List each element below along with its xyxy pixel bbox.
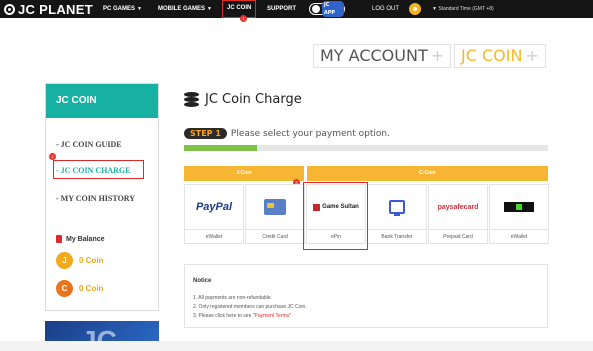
notice-title: Notice	[193, 278, 212, 284]
planet-icon	[4, 3, 15, 15]
step-indicator: STEP 1 Please select your payment option…	[184, 128, 390, 139]
notice-line-3-text: 3. Please click here to see "	[193, 313, 255, 319]
notice-panel: Notice 1. All payments are non-refundabl…	[184, 264, 548, 328]
my-account-tab[interactable]: MY ACCOUNT +	[313, 44, 452, 68]
payment-option-caption: Prepaid Card	[429, 229, 487, 243]
sidebar-item-coin-charge[interactable]: - JC COIN CHARGE	[56, 166, 130, 175]
timezone-label: Standard Time (GMT +8)	[438, 6, 494, 12]
app-icon	[312, 5, 320, 13]
progress-bar	[184, 145, 548, 151]
sidebar-item-coin-history[interactable]: - MY COIN HISTORY	[56, 194, 135, 203]
plus-icon: +	[430, 46, 445, 65]
chevron-down-icon: ▼	[207, 6, 212, 12]
paysafecard-logo: paysafecard	[429, 185, 487, 229]
progress-fill	[184, 145, 257, 151]
logout-link[interactable]: LOG OUT	[372, 0, 399, 18]
step-badge: STEP 1	[184, 128, 227, 139]
payment-option-caption: Credit Card	[246, 229, 304, 243]
notice-line-3: 3. Please click here to see "Payment Ter…	[193, 313, 291, 319]
logo-text: JC PLANET	[18, 1, 93, 17]
logout-label: LOG OUT	[372, 6, 400, 12]
credit-card-icon	[246, 185, 304, 229]
payment-option-prepaid-card[interactable]: paysafecard Prepaid Card	[428, 184, 488, 244]
jc-app-button[interactable]: JC APP	[309, 1, 345, 17]
plus-icon: +	[525, 46, 539, 65]
balance-label: My Balance	[66, 235, 105, 243]
top-nav-bar: JC PLANET PC GAMES ▼ MOBILE GAMES ▼ JC COI…	[0, 0, 593, 22]
nav-support-label: SUPPORT	[267, 6, 297, 12]
chevron-down-icon: ▼	[137, 6, 142, 12]
paysafecard-text: paysafecard	[437, 203, 479, 211]
my-account-label: MY ACCOUNT	[320, 46, 428, 65]
razer-icon	[504, 202, 534, 212]
balance-heading: My Balance	[56, 235, 105, 243]
nav-jc-coin[interactable]: JC COIN	[222, 0, 257, 18]
nav-mobile-games[interactable]: MOBILE GAMES ▼	[158, 0, 212, 18]
notice-line-1: 1. All payments are non-refundable.	[193, 295, 272, 301]
j-coin-value: 0 Coin	[79, 256, 104, 265]
nav-pc-games-label: PC GAMES	[103, 6, 136, 12]
bottom-strip	[0, 341, 593, 351]
bank-transfer-icon	[389, 200, 405, 216]
group-header-j-coin: J-Coin	[184, 166, 304, 181]
c-coin-balance: C 0 Coin	[56, 280, 103, 297]
sidebar: JC COIN - JC COIN GUIDE 2 - JC COIN CHAR…	[45, 83, 159, 311]
c-coin-icon: C	[56, 280, 73, 297]
paypal-logo: PayPal	[185, 185, 243, 229]
page: JC PLANET PC GAMES ▼ MOBILE GAMES ▼ JC COI…	[0, 0, 593, 351]
payment-option-caption: Bank Transfer	[368, 229, 426, 243]
database-icon	[184, 92, 199, 107]
step-marker-1: 1	[240, 15, 247, 22]
jc-coin-tab[interactable]: JC COIN +	[454, 44, 546, 68]
nav-pc-games[interactable]: PC GAMES ▼	[103, 0, 142, 18]
j-coin-icon: J	[56, 252, 73, 269]
j-coin-balance: J 0 Coin	[56, 252, 103, 269]
payment-option-bank-transfer[interactable]: Bank Transfer	[367, 184, 427, 244]
paypal-logo-text: PayPal	[195, 201, 233, 213]
notice-line-3-end: "	[289, 313, 291, 319]
razer-logo	[490, 185, 548, 229]
payment-option-caption: eWallet	[490, 229, 548, 243]
payment-option-ewallet-razer[interactable]: eWallet	[489, 184, 549, 244]
wallet-icon	[56, 235, 62, 243]
payment-terms-link[interactable]: Payment Terms	[255, 313, 290, 319]
step-text: Please select your payment option.	[230, 128, 390, 139]
nav-mobile-games-label: MOBILE GAMES	[158, 6, 206, 12]
bank-transfer-logo	[368, 185, 426, 229]
page-title-text: JC Coin Charge	[205, 92, 302, 107]
timezone-selector[interactable]: ▼ Standard Time (GMT +8)	[432, 0, 494, 18]
jc-coin-label: JC COIN	[461, 46, 523, 65]
notice-line-2: 2. Only registered members can purchase …	[193, 304, 307, 310]
payment-option-paypal[interactable]: PayPal eWallet	[184, 184, 244, 244]
chevron-down-icon: ▼	[432, 6, 437, 12]
payment-option-credit-card[interactable]: Credit Card	[245, 184, 305, 244]
highlight-box-epin	[303, 182, 368, 250]
group-header-c-coin: C-Coin	[307, 166, 548, 181]
site-logo[interactable]: JC PLANET	[4, 1, 93, 17]
jc-app-label: JC APP	[321, 1, 344, 17]
payment-option-caption: eWallet	[185, 229, 243, 243]
c-coin-value: 0 Coin	[79, 284, 104, 293]
sidebar-item-coin-guide[interactable]: - JC COIN GUIDE	[56, 140, 122, 149]
nav-jc-coin-label: JC COIN	[227, 5, 252, 11]
sidebar-title: JC COIN	[46, 84, 158, 118]
page-title: JC Coin Charge	[184, 92, 302, 107]
card-icon	[264, 199, 286, 215]
avatar[interactable]: ●	[409, 3, 421, 15]
nav-support[interactable]: SUPPORT	[267, 0, 296, 18]
step-marker-2: 2	[49, 153, 56, 160]
